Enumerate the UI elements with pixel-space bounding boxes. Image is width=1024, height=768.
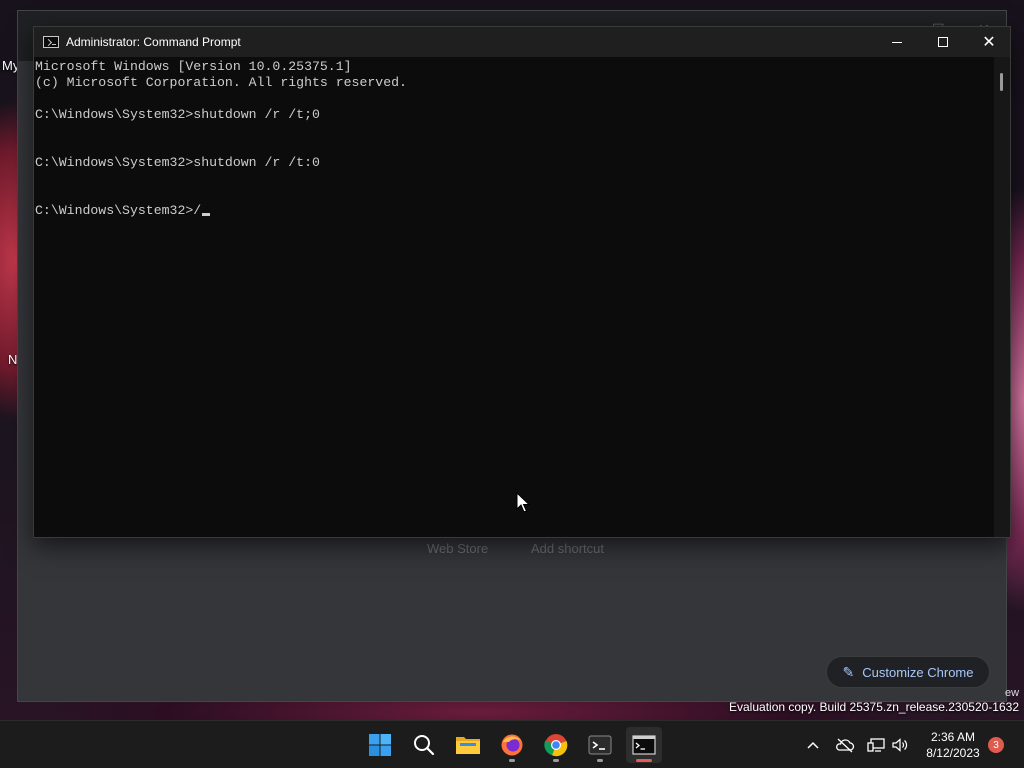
clock-time: 2:36 AM [930,730,976,744]
console-prompt-text: C:\Windows\System32>/ [35,203,202,218]
console-line: C:\Windows\System32>shutdown /r /t;0 [35,107,320,122]
volume-button[interactable] [890,735,910,755]
scrollbar-thumb[interactable] [1000,73,1003,91]
search-icon [414,735,435,756]
network-icon [867,738,885,752]
volume-icon [892,738,908,752]
clock[interactable]: 2:36 AM 8/12/2023 [915,729,991,761]
scrollbar[interactable] [994,57,1010,537]
console-line: Microsoft Windows [Version 10.0.25375.1] [35,59,352,74]
cmd-titlebar[interactable]: Administrator: Command Prompt ✕ [34,27,1010,57]
text-cursor [202,213,211,216]
customize-chrome-button[interactable]: ✎ Customize Chrome [826,656,990,688]
maximize-icon [938,37,948,47]
file-explorer-icon [456,737,480,754]
mouse-pointer-icon [516,492,530,513]
console-line: (c) Microsoft Corporation. All rights re… [35,75,407,90]
console-output[interactable]: Microsoft Windows [Version 10.0.25375.1]… [34,57,994,537]
terminal-icon [588,735,612,755]
running-indicator [553,759,559,762]
maximize-button[interactable] [920,27,966,57]
desktop-icon-label[interactable]: N [8,352,17,367]
windows-start-icon [369,734,391,756]
search-button[interactable] [406,727,442,763]
start-button[interactable] [362,727,398,763]
console-prompt-line[interactable]: C:\Windows\System32>/ [35,203,994,219]
taskbar: 2:36 AM 8/12/2023 3 [0,720,1024,768]
show-hidden-icons-button[interactable] [803,735,823,755]
command-prompt-icon [632,735,656,755]
minimize-icon [892,41,902,43]
onedrive-offline-icon [836,738,855,753]
shortcut-web-store[interactable]: Web Store [427,541,488,556]
shortcut-add-shortcut[interactable]: Add shortcut [531,541,604,556]
close-icon: ✕ [982,32,996,51]
notification-badge[interactable]: 3 [988,737,1004,753]
file-explorer-button[interactable] [450,727,486,763]
chrome-icon [544,734,568,757]
firefox-icon [501,734,523,756]
active-indicator [636,759,652,762]
chrome-button[interactable] [538,727,574,763]
customize-chrome-label: Customize Chrome [862,664,974,680]
pencil-icon: ✎ [842,663,855,680]
clock-date: 8/12/2023 [926,746,980,760]
command-prompt-window[interactable]: Administrator: Command Prompt ✕ Microsof… [33,26,1011,538]
onedrive-button[interactable] [835,735,855,755]
chevron-up-icon [807,741,819,749]
close-button[interactable]: ✕ [966,27,1012,57]
command-prompt-icon [43,36,59,48]
running-indicator [509,759,515,762]
terminal-button[interactable] [582,727,618,763]
firefox-button[interactable] [494,727,530,763]
partial-text: ew [1005,687,1020,699]
minimize-button[interactable] [874,27,920,57]
running-indicator [597,759,603,762]
command-prompt-taskbar-button[interactable] [626,727,662,763]
network-button[interactable] [866,735,886,755]
console-line: C:\Windows\System32>shutdown /r /t:0 [35,155,320,170]
evaluation-watermark: Evaluation copy. Build 25375.zn_release.… [729,700,1019,714]
cmd-window-title: Administrator: Command Prompt [66,35,241,49]
